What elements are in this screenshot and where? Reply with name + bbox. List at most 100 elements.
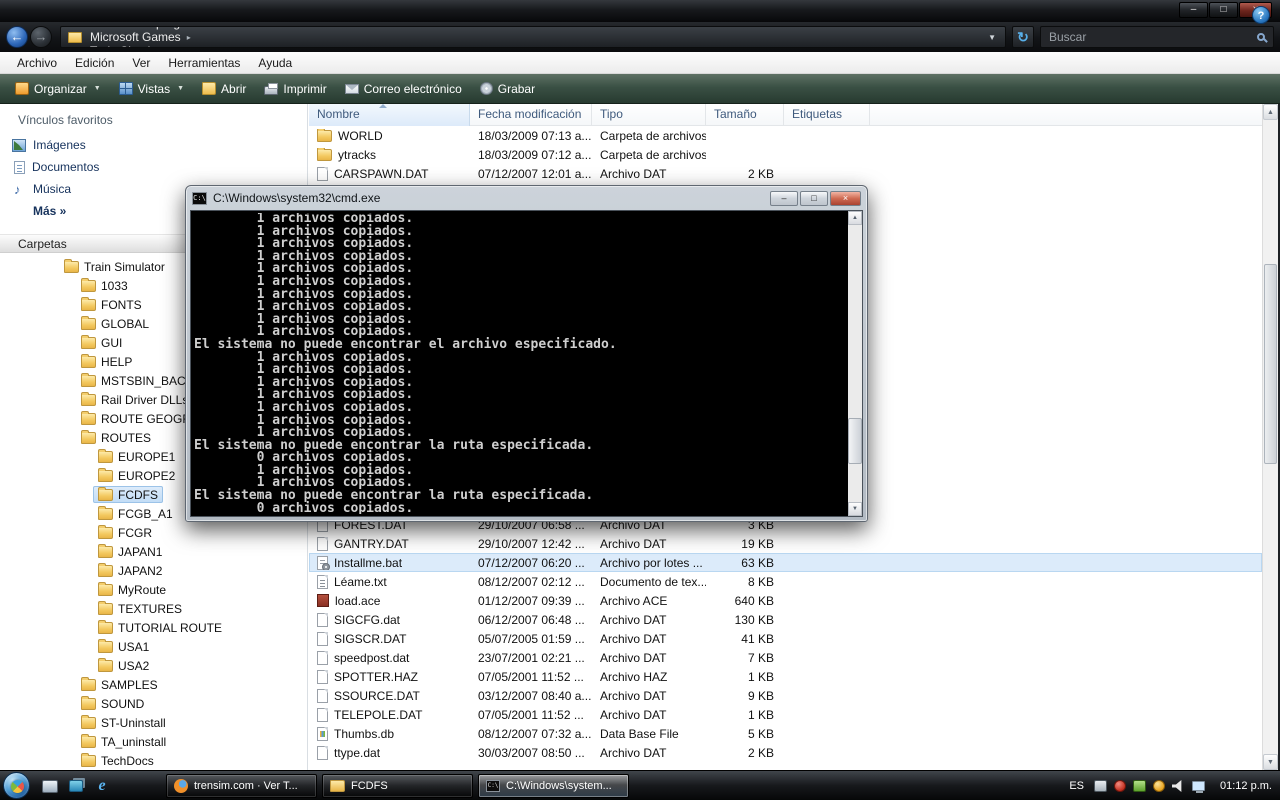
favorite-link-documentos[interactable]: Documentos	[0, 156, 307, 178]
minimize-button[interactable]: –	[1179, 2, 1208, 18]
tree-item-usa1[interactable]: USA1	[0, 637, 307, 656]
folder-icon	[81, 337, 96, 349]
tree-item-st-uninstall[interactable]: ST-Uninstall	[0, 713, 307, 732]
tree-item-myroute[interactable]: MyRoute	[0, 580, 307, 599]
cmd-window[interactable]: C:\ C:\Windows\system32\cmd.exe – □ × 1 …	[185, 185, 868, 522]
file-row-thumbs-db[interactable]: Thumbs.db 08/12/2007 07:32 a... Data Bas…	[309, 724, 1262, 743]
file-row-sigcfg-dat[interactable]: SIGCFG.dat 06/12/2007 06:48 ... Archivo …	[309, 610, 1262, 629]
menu-item-ayuda[interactable]: Ayuda	[249, 52, 301, 74]
file-row-l-ame-txt[interactable]: Léame.txt 08/12/2007 02:12 ... Documento…	[309, 572, 1262, 591]
column-header-fecha-modificaci-n[interactable]: Fecha modificación	[470, 104, 592, 126]
scroll-down-icon[interactable]: ▼	[1263, 754, 1278, 770]
file-row-sigscr-dat[interactable]: SIGSCR.DAT 05/07/2005 01:59 ... Archivo …	[309, 629, 1262, 648]
menu-item-ver[interactable]: Ver	[123, 52, 159, 74]
tree-item-japan1[interactable]: JAPAN1	[0, 542, 307, 561]
tree-item-samples[interactable]: SAMPLES	[0, 675, 307, 694]
scroll-up-icon[interactable]: ▲	[1263, 104, 1278, 120]
file-row-speedpost-dat[interactable]: speedpost.dat 23/07/2001 02:21 ... Archi…	[309, 648, 1262, 667]
tree-item-ta-uninstall[interactable]: TA_uninstall	[0, 732, 307, 751]
console-area[interactable]: 1 archivos copiados. 1 archivos copiados…	[190, 210, 863, 517]
file-file-icon	[317, 167, 328, 181]
forward-button[interactable]: →	[30, 26, 52, 48]
taskbar-button-c-windows-system[interactable]: C:\C:\Windows\system...	[478, 774, 629, 798]
column-header-tama-o[interactable]: Tamaño	[706, 104, 784, 126]
taskbar-button-fcdfs[interactable]: FCDFS	[322, 774, 473, 798]
breadcrumb-dropdown-icon[interactable]: ▼	[983, 33, 1001, 42]
folder-icon	[81, 394, 96, 406]
column-header-tipo[interactable]: Tipo	[592, 104, 706, 126]
menu-item-edici-n[interactable]: Edición	[66, 52, 123, 74]
cmd-minimize-button[interactable]: –	[770, 191, 798, 206]
dropdown-caret-icon: ▼	[177, 85, 184, 92]
explorer-titlebar[interactable]: – □ ×	[0, 0, 1280, 22]
file-row-world[interactable]: WORLD 18/03/2009 07:13 a... Carpeta de a…	[309, 126, 1262, 145]
file-row-telepole-dat[interactable]: TELEPOLE.DAT 07/05/2001 11:52 ... Archiv…	[309, 705, 1262, 724]
toolbar-button-correo-electr-nico[interactable]: Correo electrónico	[336, 77, 471, 101]
menu-item-archivo[interactable]: Archivo	[8, 52, 66, 74]
file-row-ytracks[interactable]: ytracks 18/03/2009 07:12 a... Carpeta de…	[309, 145, 1262, 164]
antivirus-icon[interactable]	[1114, 780, 1126, 792]
folder-icon	[81, 717, 96, 729]
tree-item-tutorial-route[interactable]: TUTORIAL ROUTE	[0, 618, 307, 637]
safely-remove-icon[interactable]	[1133, 780, 1146, 792]
folder-icon	[81, 299, 96, 311]
breadcrumb-item-train-simulator[interactable]: Train Simulator▸	[85, 44, 218, 48]
file-row-installme-bat[interactable]: Installme.bat 07/12/2007 06:20 ... Archi…	[309, 553, 1262, 572]
file-row-ssource-dat[interactable]: SSOURCE.DAT 03/12/2007 08:40 a... Archiv…	[309, 686, 1262, 705]
cmd-close-button[interactable]: ×	[830, 191, 861, 206]
tree-item-textures[interactable]: TEXTURES	[0, 599, 307, 618]
clock[interactable]: 01:12 p.m.	[1212, 780, 1272, 792]
taskbar-button-trensim-com-ver-t[interactable]: trensim.com · Ver T...	[166, 774, 317, 798]
start-button[interactable]	[3, 772, 30, 799]
console-scrollbar-thumb[interactable]	[848, 418, 862, 464]
file-row-load-ace[interactable]: load.ace 01/12/2007 09:39 ... Archivo AC…	[309, 591, 1262, 610]
tree-item-techdocs[interactable]: TechDocs	[0, 751, 307, 770]
folder-icon	[98, 603, 113, 615]
toolbar-button-grabar[interactable]: Grabar	[471, 77, 544, 101]
maximize-button[interactable]: □	[1209, 2, 1238, 18]
toolbar-button-organizar[interactable]: Organizar▼	[6, 77, 110, 101]
menu-item-herramientas[interactable]: Herramientas	[159, 52, 249, 74]
tree-item-fcgr[interactable]: FCGR	[0, 523, 307, 542]
search-input[interactable]: Buscar	[1040, 26, 1274, 48]
column-header-etiquetas[interactable]: Etiquetas	[784, 104, 870, 126]
breadcrumb-separator-icon: ▸	[176, 47, 182, 49]
internet-explorer-icon[interactable]	[92, 776, 112, 796]
console-scrollbar[interactable]: ▲ ▼	[848, 211, 862, 516]
tree-item-japan2[interactable]: JAPAN2	[0, 561, 307, 580]
network-icon[interactable]	[1192, 781, 1205, 791]
file-file-icon	[317, 632, 328, 646]
cmd-maximize-button[interactable]: □	[800, 191, 828, 206]
refresh-button[interactable]: ↻	[1012, 26, 1034, 48]
volume-icon[interactable]	[1172, 780, 1185, 793]
filelist-scrollbar[interactable]: ▲ ▼	[1262, 104, 1278, 770]
toolbar-button-vistas[interactable]: Vistas▼	[110, 77, 193, 101]
switch-windows-icon[interactable]	[66, 776, 86, 796]
cmd-titlebar[interactable]: C:\ C:\Windows\system32\cmd.exe – □ ×	[186, 186, 867, 210]
folder-icon	[98, 622, 113, 634]
console-scroll-up-icon[interactable]: ▲	[848, 211, 862, 225]
toolbar-button-abrir[interactable]: Abrir	[193, 77, 255, 101]
tree-item-usa2[interactable]: USA2	[0, 656, 307, 675]
console-scroll-down-icon[interactable]: ▼	[848, 502, 862, 516]
file-row-ttype-dat[interactable]: ttype.dat 30/03/2007 08:50 ... Archivo D…	[309, 743, 1262, 762]
folder-icon	[98, 565, 113, 577]
update-icon[interactable]	[1153, 780, 1165, 792]
toolbar-button-imprimir[interactable]: Imprimir	[255, 77, 335, 101]
breadcrumb-item-microsoft-games[interactable]: Microsoft Games▸	[85, 30, 218, 44]
breadcrumb[interactable]: Equipo▸Disco local (C:)▸Archivos de prog…	[60, 26, 1006, 48]
app-icon[interactable]	[1094, 780, 1107, 792]
language-indicator[interactable]: ES	[1066, 778, 1087, 794]
column-header-nombre[interactable]: Nombre	[309, 104, 470, 126]
file-row-carspawn-dat[interactable]: CARSPAWN.DAT 07/12/2007 12:01 a... Archi…	[309, 164, 1262, 183]
folder-icon	[330, 780, 345, 792]
back-button[interactable]: ←	[6, 26, 28, 48]
file-row-gantry-dat[interactable]: GANTRY.DAT 29/10/2007 12:42 ... Archivo …	[309, 534, 1262, 553]
show-desktop-icon[interactable]	[40, 776, 60, 796]
tree-item-sound[interactable]: SOUND	[0, 694, 307, 713]
help-button[interactable]: ?	[1252, 6, 1270, 24]
file-row-spotter-haz[interactable]: SPOTTER.HAZ 07/05/2001 11:52 ... Archivo…	[309, 667, 1262, 686]
folder-icon	[81, 280, 96, 292]
scrollbar-thumb[interactable]	[1264, 264, 1277, 464]
favorite-link-im-genes[interactable]: Imágenes	[0, 134, 307, 156]
